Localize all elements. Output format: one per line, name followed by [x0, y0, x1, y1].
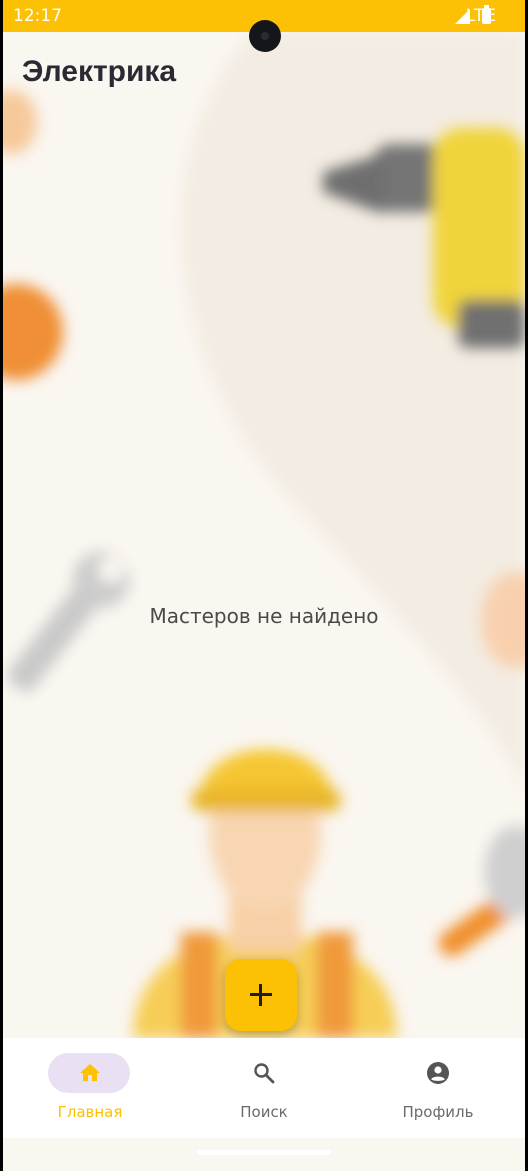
empty-state-message: Мастеров не найдено: [149, 604, 379, 628]
nav-label-search: Поиск: [240, 1103, 288, 1121]
account-circle-icon: [427, 1062, 449, 1084]
app-screen: 12:17 LTE Электрика Мастеров не найдено …: [3, 0, 525, 1171]
battery-icon: [482, 5, 491, 24]
nav-item-search[interactable]: Поиск: [177, 1038, 351, 1138]
plus-icon: [249, 983, 273, 1007]
search-icon: [254, 1063, 275, 1084]
bottom-navigation: Главная Поиск Профиль: [3, 1038, 525, 1138]
home-indicator[interactable]: [197, 1150, 331, 1155]
nav-item-profile[interactable]: Профиль: [351, 1038, 525, 1138]
nav-label-profile: Профиль: [402, 1103, 474, 1121]
page-title: Электрика: [22, 55, 177, 88]
camera-cutout: [249, 20, 281, 52]
background-illustration: [3, 32, 525, 1038]
paintbrush-art: [438, 826, 525, 957]
nav-item-home[interactable]: Главная: [3, 1038, 177, 1138]
add-button[interactable]: [225, 959, 297, 1031]
signal-icon: [455, 9, 470, 24]
home-icon: [80, 1064, 100, 1081]
status-time: 12:17: [13, 6, 62, 26]
nav-label-home: Главная: [57, 1103, 123, 1121]
